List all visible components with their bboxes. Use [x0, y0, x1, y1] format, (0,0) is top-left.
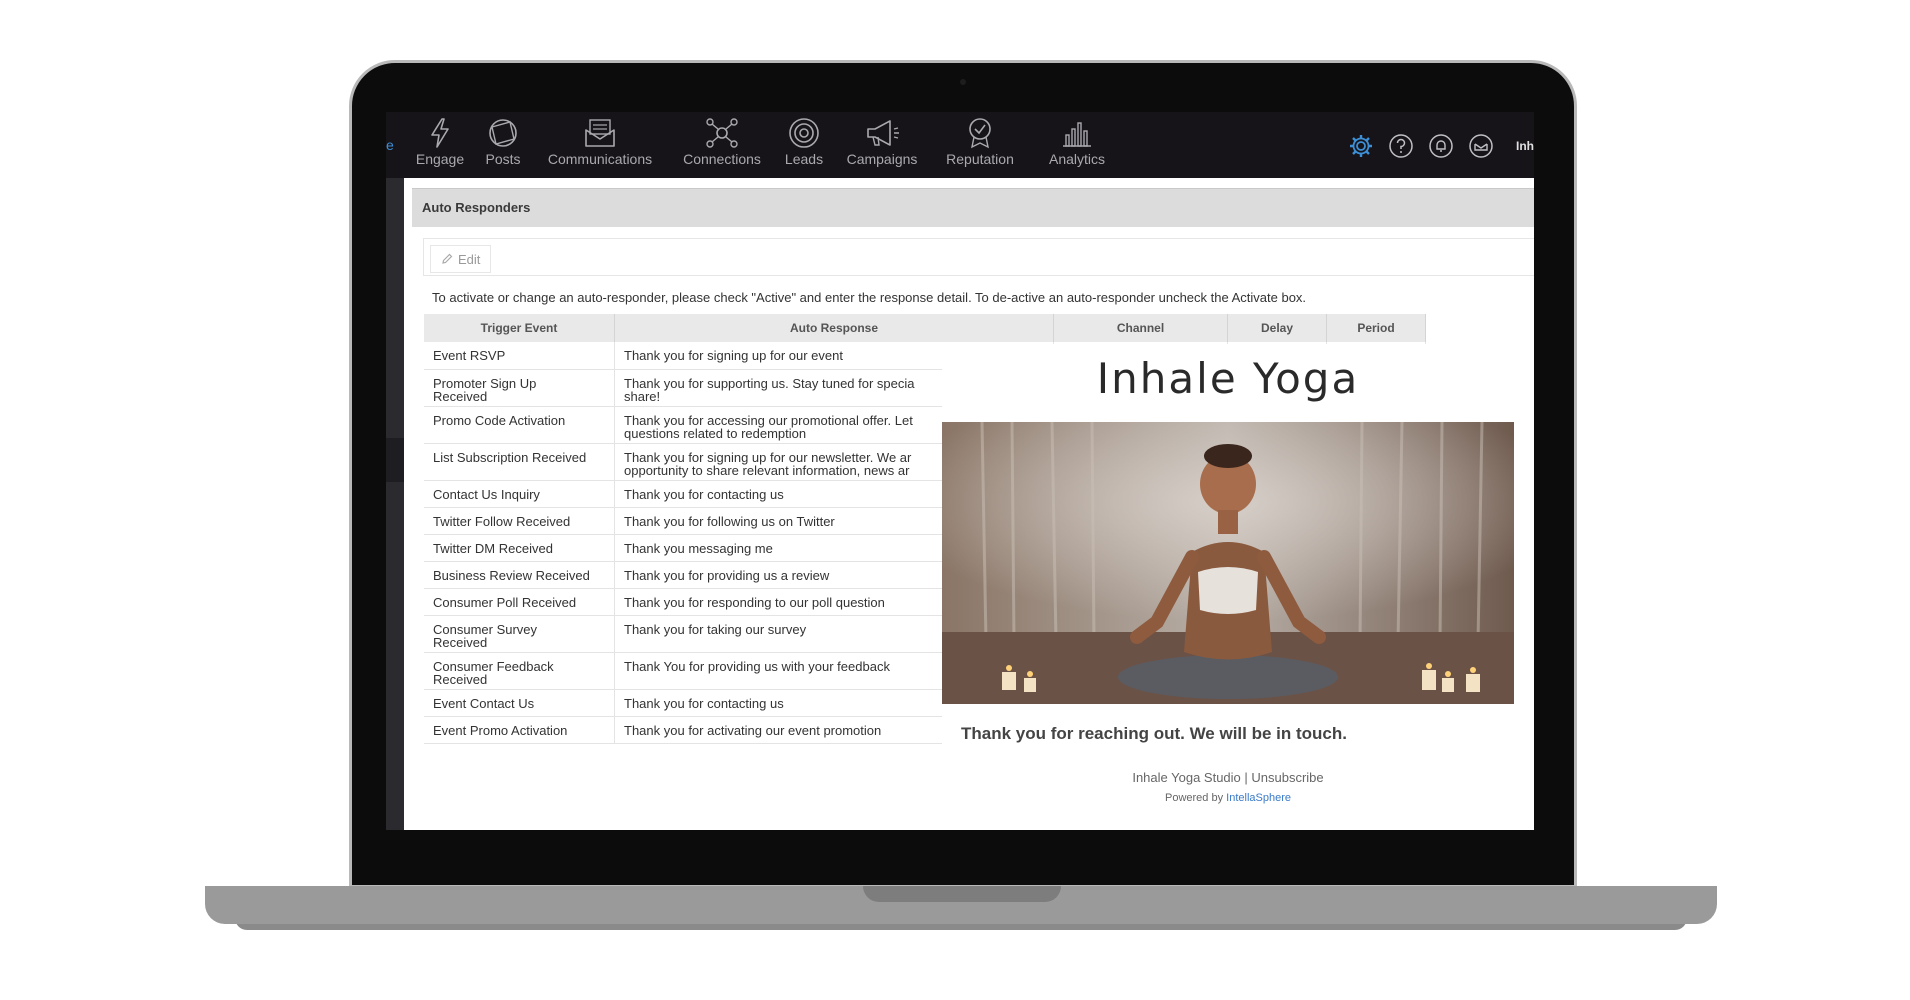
- help-icon[interactable]: [1388, 133, 1414, 159]
- nav-leads[interactable]: Leads: [782, 112, 826, 178]
- laptop-notch: [863, 886, 1061, 902]
- panel-toolbar: Edit: [423, 238, 1534, 276]
- trigger-event-cell-line2: Received: [433, 634, 488, 650]
- trigger-event-cell-line: Consumer Survey: [433, 621, 538, 637]
- trigger-event-cell-line: List Subscription Received: [433, 449, 587, 465]
- nav-engage-label: Engage: [415, 151, 465, 167]
- inbox-icon[interactable]: [1468, 133, 1494, 159]
- preview-message: Thank you for reaching out. We will be i…: [961, 724, 1347, 743]
- gear-icon[interactable]: [1348, 133, 1374, 159]
- trigger-event-cell: Contact Us Inquiry: [424, 480, 615, 508]
- preview-title: Inhale Yoga: [1096, 354, 1360, 403]
- sidebar-strip: [386, 178, 404, 830]
- trigger-event-cell: Consumer Survey Received: [424, 615, 615, 653]
- nav-left-fragment[interactable]: e: [386, 137, 394, 153]
- posts-icon: [489, 119, 517, 147]
- panel-title: Auto Responders: [422, 200, 531, 215]
- nav-leads-label: Leads: [784, 151, 824, 167]
- trigger-event-cell-line2: Received: [433, 671, 488, 687]
- nav-communications[interactable]: Communications: [544, 112, 656, 178]
- table-header-row: Trigger Event Auto Response Channel Dela…: [424, 314, 1426, 342]
- column-header-channel[interactable]: Channel: [1053, 314, 1228, 342]
- edit-button[interactable]: Edit: [430, 245, 492, 273]
- badge-icon: [969, 118, 991, 149]
- trigger-event-cell: Twitter Follow Received: [424, 507, 615, 535]
- target-icon: [789, 118, 819, 148]
- trigger-event-cell: List Subscription Received: [424, 443, 615, 481]
- user-name-fragment[interactable]: Inh: [1516, 139, 1534, 153]
- column-header-trigger[interactable]: Trigger Event: [424, 314, 615, 342]
- nav-engage[interactable]: Engage: [414, 112, 466, 178]
- column-header-response[interactable]: Auto Response: [614, 314, 1054, 342]
- edit-button-label: Edit: [458, 251, 481, 267]
- trigger-event-cell-line: Twitter DM Received: [433, 540, 553, 556]
- nav-campaigns[interactable]: Campaigns: [842, 112, 922, 178]
- nav-reputation[interactable]: Reputation: [940, 112, 1020, 178]
- nav-connections[interactable]: Connections: [679, 112, 765, 178]
- nav-analytics-label: Analytics: [1048, 151, 1106, 167]
- bell-icon[interactable]: [1428, 133, 1454, 159]
- network-icon: [706, 118, 738, 148]
- nav-connections-label: Connections: [683, 151, 761, 167]
- bar-chart-icon: [1063, 122, 1091, 147]
- nav-reputation-label: Reputation: [946, 151, 1014, 167]
- nav-campaigns-label: Campaigns: [846, 151, 918, 167]
- intellasphere-link[interactable]: IntellaSphere: [1226, 792, 1291, 804]
- trigger-event-cell-line: Event Contact Us: [433, 695, 535, 711]
- app-screen: e Engage Posts Communications Connection…: [386, 112, 1534, 830]
- lightning-icon: [431, 118, 449, 148]
- instructions-text: To activate or change an auto-responder,…: [432, 290, 1307, 305]
- powered-by: Powered by IntellaSphere: [942, 792, 1514, 804]
- column-header-delay[interactable]: Delay: [1227, 314, 1327, 342]
- trigger-event-cell: Event Contact Us: [424, 689, 615, 717]
- trigger-event-cell-line: Consumer Poll Received: [433, 594, 577, 610]
- trigger-event-cell-line: Promo Code Activation: [433, 412, 566, 428]
- trigger-event-cell-line: Event RSVP: [433, 348, 506, 363]
- sidebar-active-marker: [386, 438, 404, 482]
- trigger-event-cell-line: Contact Us Inquiry: [433, 486, 540, 502]
- trigger-event-cell-line2: Received: [433, 388, 488, 404]
- trigger-event-cell: Promoter Sign Up Received: [424, 369, 615, 407]
- pencil-icon: [442, 253, 453, 264]
- panel-header: Auto Responders: [412, 188, 1534, 227]
- trigger-event-cell-line: Consumer Feedback: [433, 658, 554, 674]
- nav-communications-label: Communications: [547, 151, 653, 167]
- envelope-icon: [585, 119, 615, 147]
- camera: [960, 79, 966, 85]
- trigger-event-cell-line: Event Promo Activation: [433, 722, 568, 738]
- yoga-photo: [942, 422, 1514, 704]
- preview-footer[interactable]: Inhale Yoga Studio | Unsubscribe: [942, 770, 1514, 785]
- powered-by-prefix: Powered by: [1165, 792, 1224, 804]
- trigger-event-cell: Twitter DM Received: [424, 534, 615, 562]
- trigger-event-cell-line: Promoter Sign Up: [433, 375, 537, 391]
- top-navbar: e Engage Posts Communications Connection…: [386, 112, 1534, 178]
- trigger-event-cell: Business Review Received: [424, 561, 615, 589]
- trigger-event-cell: Consumer Feedback Received: [424, 652, 615, 690]
- trigger-event-cell-line: Twitter Follow Received: [433, 513, 571, 529]
- trigger-event-cell: Consumer Poll Received: [424, 588, 615, 616]
- trigger-event-cell-line: Business Review Received: [433, 567, 590, 583]
- trigger-event-cell: Event RSVP: [424, 342, 615, 370]
- nav-analytics[interactable]: Analytics: [1042, 112, 1112, 178]
- nav-posts-label: Posts: [485, 151, 521, 167]
- trigger-event-cell: Promo Code Activation: [424, 406, 615, 444]
- megaphone-icon: [867, 120, 899, 146]
- email-preview: Inhale Yoga Thank you for reaching out. …: [942, 344, 1514, 830]
- trigger-event-cell: Event Promo Activation: [424, 716, 615, 744]
- nav-posts[interactable]: Posts: [481, 112, 525, 178]
- column-header-period[interactable]: Period: [1326, 314, 1426, 342]
